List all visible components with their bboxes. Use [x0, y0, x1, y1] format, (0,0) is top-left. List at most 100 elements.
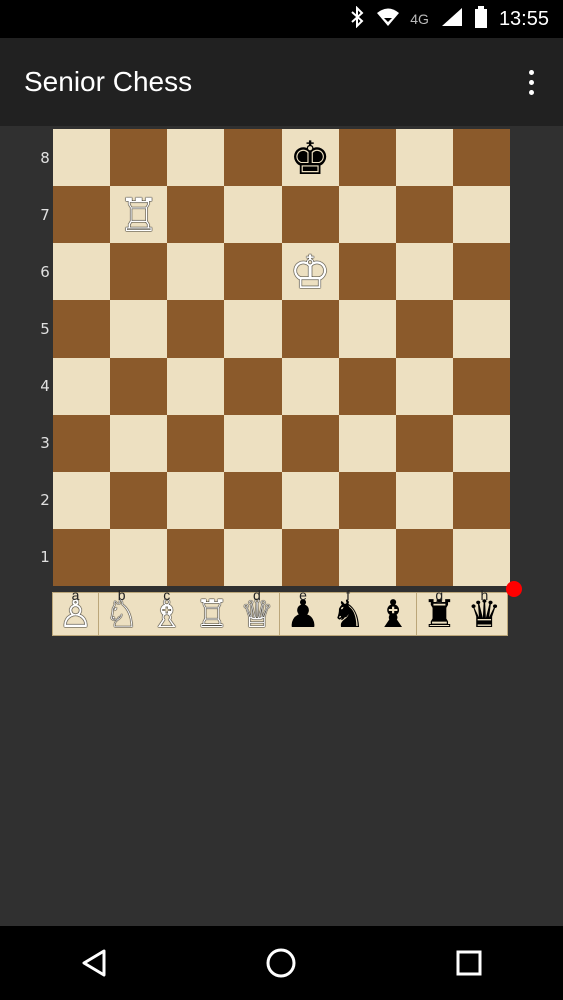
square-d3[interactable]: [224, 414, 282, 472]
square-c3[interactable]: [167, 414, 225, 472]
square-d2[interactable]: [224, 471, 282, 529]
recording-indicator: [506, 581, 522, 597]
back-icon[interactable]: [54, 926, 134, 1000]
rank-label: 6: [40, 262, 50, 281]
square-b7[interactable]: ♖: [110, 186, 168, 244]
square-g7[interactable]: [395, 186, 453, 244]
square-e8[interactable]: ♚: [281, 129, 339, 187]
square-a4[interactable]: [53, 357, 111, 415]
overflow-menu-icon[interactable]: [523, 62, 539, 102]
square-c5[interactable]: [167, 300, 225, 358]
square-d5[interactable]: [224, 300, 282, 358]
square-g5[interactable]: [395, 300, 453, 358]
white-rook-icon[interactable]: ♖: [118, 192, 159, 238]
tray-white-rook[interactable]: ♖: [189, 593, 234, 635]
tray-black-queen[interactable]: h ♛: [462, 587, 507, 635]
tray-white-knight[interactable]: b ♘: [98, 587, 144, 635]
recents-icon[interactable]: [429, 926, 509, 1000]
square-f1[interactable]: [338, 528, 396, 586]
square-h7[interactable]: [452, 186, 510, 244]
rank-label: 8: [40, 148, 50, 167]
square-h6[interactable]: [452, 243, 510, 301]
tray-black-knight[interactable]: f ♞: [326, 587, 371, 635]
square-e1[interactable]: [281, 528, 339, 586]
square-g1[interactable]: [395, 528, 453, 586]
rank-labels: 8 7 6 5 4 3 2 1: [38, 129, 52, 586]
square-b4[interactable]: [110, 357, 168, 415]
square-f4[interactable]: [338, 357, 396, 415]
wifi-icon: [376, 7, 400, 31]
tray-black-rook[interactable]: g ♜: [415, 587, 462, 635]
square-e6[interactable]: ♔: [281, 243, 339, 301]
square-d7[interactable]: [224, 186, 282, 244]
square-b6[interactable]: [110, 243, 168, 301]
square-a3[interactable]: [53, 414, 111, 472]
square-g8[interactable]: [395, 129, 453, 187]
rank-label: 1: [40, 548, 50, 567]
home-icon[interactable]: [241, 926, 321, 1000]
square-g4[interactable]: [395, 357, 453, 415]
square-e7[interactable]: [281, 186, 339, 244]
square-b5[interactable]: [110, 300, 168, 358]
square-e5[interactable]: [281, 300, 339, 358]
square-h3[interactable]: [452, 414, 510, 472]
black-bishop-icon: ♝: [376, 592, 411, 636]
square-g6[interactable]: [395, 243, 453, 301]
square-h5[interactable]: [452, 300, 510, 358]
black-king-icon[interactable]: ♚: [289, 135, 330, 181]
square-e2[interactable]: [281, 471, 339, 529]
square-h1[interactable]: [452, 528, 510, 586]
status-bar: 4G 13:55: [0, 0, 563, 38]
square-f2[interactable]: [338, 471, 396, 529]
square-a2[interactable]: [53, 471, 111, 529]
tray-black-bishop[interactable]: ♝: [371, 593, 416, 635]
square-d8[interactable]: [224, 129, 282, 187]
square-g3[interactable]: [395, 414, 453, 472]
square-b1[interactable]: [110, 528, 168, 586]
square-c1[interactable]: [167, 528, 225, 586]
rank-label: 7: [40, 205, 50, 224]
square-h4[interactable]: [452, 357, 510, 415]
file-label: c: [163, 587, 171, 603]
square-f6[interactable]: [338, 243, 396, 301]
clock: 13:55: [498, 7, 549, 30]
square-e3[interactable]: [281, 414, 339, 472]
square-c7[interactable]: [167, 186, 225, 244]
square-f5[interactable]: [338, 300, 396, 358]
navigation-bar: [0, 926, 563, 1000]
square-a5[interactable]: [53, 300, 111, 358]
square-c4[interactable]: [167, 357, 225, 415]
square-a7[interactable]: [53, 186, 111, 244]
rank-label: 5: [40, 319, 50, 338]
chess-board: ♚ ♖ ♔: [53, 129, 510, 586]
square-e4[interactable]: [281, 357, 339, 415]
square-d4[interactable]: [224, 357, 282, 415]
square-c6[interactable]: [167, 243, 225, 301]
tray-white-pawn[interactable]: a ♙: [53, 587, 98, 635]
file-label: a: [71, 587, 80, 603]
square-h8[interactable]: [452, 129, 510, 187]
tray-white-queen[interactable]: d ♕: [234, 587, 279, 635]
square-h2[interactable]: [452, 471, 510, 529]
square-g2[interactable]: [395, 471, 453, 529]
file-label: e: [299, 587, 307, 603]
square-b2[interactable]: [110, 471, 168, 529]
square-a1[interactable]: [53, 528, 111, 586]
square-f7[interactable]: [338, 186, 396, 244]
square-d1[interactable]: [224, 528, 282, 586]
square-c8[interactable]: [167, 129, 225, 187]
file-label: d: [253, 587, 261, 603]
piece-tray: a ♙ b ♘ c ♗ ♖ d ♕ e ♟ f ♞ ♝ g ♜ h ♛: [52, 587, 508, 636]
square-a8[interactable]: [53, 129, 111, 187]
white-rook-icon: ♖: [194, 592, 229, 636]
square-d6[interactable]: [224, 243, 282, 301]
square-f3[interactable]: [338, 414, 396, 472]
white-king-icon[interactable]: ♔: [289, 249, 330, 295]
square-b3[interactable]: [110, 414, 168, 472]
square-c2[interactable]: [167, 471, 225, 529]
tray-black-pawn[interactable]: e ♟: [279, 587, 325, 635]
tray-white-bishop[interactable]: c ♗: [144, 587, 189, 635]
square-a6[interactable]: [53, 243, 111, 301]
square-b8[interactable]: [110, 129, 168, 187]
square-f8[interactable]: [338, 129, 396, 187]
